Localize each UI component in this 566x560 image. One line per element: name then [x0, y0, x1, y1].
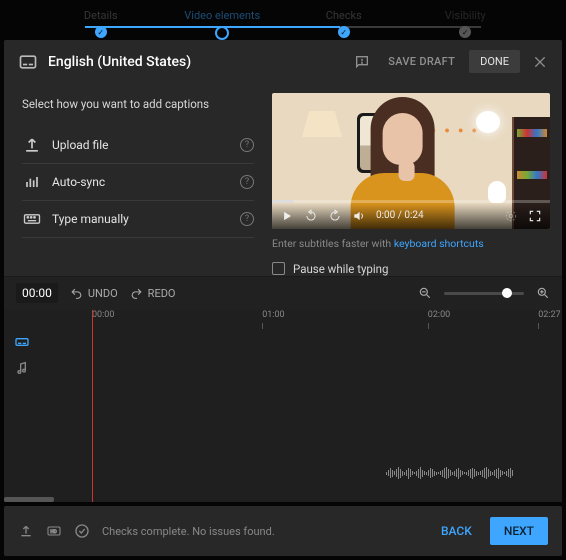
- video-controls: 0:00 / 0:24: [272, 203, 550, 229]
- forward-10-icon[interactable]: [328, 209, 342, 223]
- option-label: Type manually: [52, 212, 240, 226]
- check-icon: [338, 26, 350, 38]
- play-icon[interactable]: [280, 209, 294, 223]
- zoom-in-icon[interactable]: [536, 286, 550, 300]
- help-icon[interactable]: ?: [240, 138, 254, 152]
- keyboard-shortcuts-link[interactable]: keyboard shortcuts: [394, 237, 484, 250]
- audio-track-icon[interactable]: [14, 360, 30, 372]
- option-label: Auto-sync: [52, 175, 240, 189]
- timeline[interactable]: 00:00 01:00 02:00 02:27: [4, 310, 562, 503]
- svg-text:HD: HD: [50, 529, 56, 535]
- timecode-input[interactable]: 00:00: [16, 283, 58, 303]
- zoom-out-icon[interactable]: [418, 286, 432, 300]
- captions-modal: English (United States) SAVE DRAFT DONE …: [4, 40, 562, 502]
- save-draft-button[interactable]: SAVE DRAFT: [388, 55, 455, 68]
- rewind-10-icon[interactable]: [304, 209, 318, 223]
- timeline-scrollbar[interactable]: [4, 494, 562, 502]
- modal-header: English (United States) SAVE DRAFT DONE: [4, 40, 562, 83]
- upload-icon: [22, 137, 42, 153]
- preview-panel: ● ● ● ● ● ● 0:00 / 0:24: [272, 83, 562, 276]
- video-time: 0:00 / 0:24: [376, 210, 424, 221]
- hd-icon: HD: [46, 523, 62, 539]
- tick-label: 01:00: [262, 310, 284, 320]
- keyboard-icon: [22, 211, 42, 227]
- shortcut-hint: Enter subtitles faster with keyboard sho…: [272, 237, 550, 250]
- option-label: Upload file: [52, 138, 240, 152]
- redo-button[interactable]: REDO: [130, 287, 176, 300]
- caption-track-icon[interactable]: [14, 334, 30, 346]
- subtitles-icon: [18, 52, 38, 72]
- zoom-slider[interactable]: [444, 292, 524, 295]
- undo-button[interactable]: UNDO: [70, 287, 118, 300]
- settings-icon[interactable]: [504, 209, 518, 223]
- fullscreen-icon[interactable]: [528, 209, 542, 223]
- volume-icon[interactable]: [352, 209, 366, 223]
- feedback-icon[interactable]: [354, 54, 370, 70]
- close-icon[interactable]: [532, 54, 548, 70]
- pause-while-typing-label: Pause while typing: [293, 262, 388, 276]
- upload-icon[interactable]: [18, 523, 34, 539]
- video-preview[interactable]: ● ● ● ● ● ● 0:00 / 0:24: [272, 93, 550, 229]
- auto-sync-icon: [22, 174, 42, 190]
- done-button[interactable]: DONE: [469, 50, 520, 73]
- timeline-ruler: 00:00 01:00 02:00 02:27: [92, 310, 552, 324]
- back-button[interactable]: BACK: [441, 524, 472, 538]
- panel-prompt: Select how you want to add captions: [22, 97, 254, 111]
- checks-status: Checks complete. No issues found.: [102, 525, 441, 538]
- audio-waveform: [386, 464, 548, 482]
- playhead[interactable]: [92, 310, 93, 503]
- option-type-manually[interactable]: Type manually ?: [22, 201, 254, 238]
- timeline-toolbar: 00:00 UNDO REDO: [4, 276, 562, 310]
- captions-method-panel: Select how you want to add captions Uplo…: [4, 83, 272, 276]
- next-button[interactable]: NEXT: [490, 517, 548, 545]
- tick-label: 02:27: [538, 310, 560, 320]
- help-icon[interactable]: ?: [240, 175, 254, 189]
- check-circle-icon: [74, 523, 90, 539]
- check-icon: [95, 26, 107, 38]
- footer-bar: HD Checks complete. No issues found. BAC…: [4, 506, 562, 556]
- pause-while-typing-checkbox[interactable]: [272, 262, 285, 275]
- tick-label: 00:00: [92, 310, 114, 320]
- option-auto-sync[interactable]: Auto-sync ?: [22, 164, 254, 201]
- help-icon[interactable]: ?: [240, 212, 254, 226]
- tick-label: 02:00: [428, 310, 450, 320]
- modal-title: English (United States): [48, 54, 354, 70]
- option-upload-file[interactable]: Upload file ?: [22, 127, 254, 164]
